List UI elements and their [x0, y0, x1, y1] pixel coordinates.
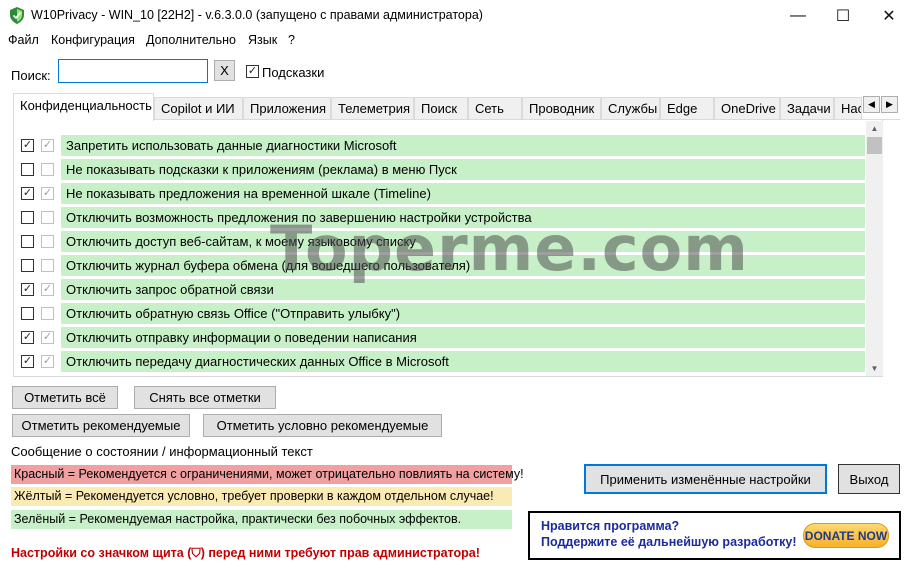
- setting-label[interactable]: Не показывать предложения на временной ш…: [61, 183, 865, 204]
- search-input[interactable]: [58, 59, 208, 83]
- tab-copilot[interactable]: Copilot и ИИ: [154, 97, 243, 119]
- recommended-indicator-checkbox: [41, 307, 54, 320]
- legend-red: Красный = Рекомендуется с ограничениями,…: [11, 465, 524, 484]
- hints-label: Подсказки: [262, 65, 325, 80]
- tab-scroll-right-icon[interactable]: ▶: [881, 96, 898, 113]
- scroll-up-icon[interactable]: ▲: [866, 121, 883, 136]
- check-recommended-button[interactable]: Отметить рекомендуемые: [12, 414, 190, 437]
- recommended-indicator-checkbox: [41, 259, 54, 272]
- tab-onedrive[interactable]: OneDrive: [714, 97, 780, 119]
- setting-checkbox[interactable]: ✓: [21, 187, 34, 200]
- shield-app-icon: [9, 7, 25, 24]
- donate-button[interactable]: DONATE NOW: [803, 523, 889, 548]
- legend-green: Зелёный = Рекомендуемая настройка, практ…: [11, 510, 512, 529]
- setting-checkbox[interactable]: ✓: [21, 283, 34, 296]
- setting-row[interactable]: Отключить обратную связь Office ("Отправ…: [19, 303, 866, 324]
- setting-row[interactable]: ✓ ✓ Запретить использовать данные диагност…: [19, 135, 866, 156]
- clear-search-button[interactable]: X: [214, 60, 235, 81]
- setting-checkbox[interactable]: [21, 163, 34, 176]
- setting-checkbox[interactable]: ✓: [21, 355, 34, 368]
- tab-services[interactable]: Службы: [601, 97, 660, 119]
- menu-language[interactable]: Язык: [248, 33, 277, 47]
- recommended-indicator-checkbox: ✓: [41, 331, 54, 344]
- menu-configuration[interactable]: Конфигурация: [51, 33, 135, 47]
- menu-help[interactable]: ?: [288, 33, 295, 47]
- tab-tasks[interactable]: Задачи: [780, 97, 834, 119]
- hints-checkbox[interactable]: ✓: [246, 65, 259, 78]
- setting-checkbox[interactable]: [21, 259, 34, 272]
- setting-label[interactable]: Отключить обратную связь Office ("Отправ…: [61, 303, 865, 324]
- close-button[interactable]: ✕: [866, 0, 912, 31]
- scroll-down-icon[interactable]: ▼: [866, 361, 883, 376]
- setting-label[interactable]: Отключить передачу диагностических данны…: [61, 351, 865, 372]
- donate-text-line1: Нравится программа?: [541, 519, 680, 533]
- status-caption: Сообщение о состоянии / информационный т…: [11, 444, 313, 459]
- setting-row[interactable]: ✓ ✓ Отключить передачу диагностических дан…: [19, 351, 866, 372]
- exit-button[interactable]: Выход: [838, 464, 900, 494]
- apply-button[interactable]: Применить изменённые настройки: [584, 464, 827, 494]
- setting-label[interactable]: Запретить использовать данные диагностик…: [61, 135, 865, 156]
- setting-checkbox[interactable]: [21, 211, 34, 224]
- check-conditional-button[interactable]: Отметить условно рекомендуемые: [203, 414, 442, 437]
- tab-scroll-left-icon[interactable]: ◀: [863, 96, 880, 113]
- tab-search[interactable]: Поиск: [414, 97, 468, 119]
- setting-label[interactable]: Отключить отправку информации о поведени…: [61, 327, 865, 348]
- uncheck-all-button[interactable]: Снять все отметки: [134, 386, 276, 409]
- setting-label[interactable]: Не показывать подсказки к приложениям (р…: [61, 159, 865, 180]
- recommended-indicator-checkbox: ✓: [41, 283, 54, 296]
- tab-settings-partial[interactable]: Нас: [834, 97, 862, 119]
- maximize-button[interactable]: ☐: [820, 0, 866, 31]
- search-label: Поиск:: [11, 68, 51, 83]
- setting-checkbox[interactable]: [21, 307, 34, 320]
- vertical-scrollbar[interactable]: [866, 121, 883, 376]
- tab-telemetry[interactable]: Телеметрия: [331, 97, 414, 119]
- donate-text-line2: Поддержите её дальнейшую разработку!: [541, 535, 797, 549]
- minimize-button[interactable]: —: [775, 0, 821, 31]
- tab-explorer[interactable]: Проводник: [522, 97, 601, 119]
- tab-apps[interactable]: Приложения: [243, 97, 331, 119]
- tab-edge[interactable]: Edge: [660, 97, 714, 119]
- setting-row[interactable]: ✓ ✓ Не показывать предложения на временной…: [19, 183, 866, 204]
- legend-yellow: Жёлтый = Рекомендуется условно, требует …: [11, 487, 512, 506]
- window-title: W10Privacy - WIN_10 [22H2] - v.6.3.0.0 (…: [31, 8, 483, 22]
- recommended-indicator-checkbox: [41, 235, 54, 248]
- tab-privacy[interactable]: Конфиденциальность: [13, 93, 154, 121]
- recommended-indicator-checkbox: [41, 163, 54, 176]
- watermark-logo: Toperme.com: [270, 212, 749, 285]
- setting-row[interactable]: Не показывать подсказки к приложениям (р…: [19, 159, 866, 180]
- menu-file[interactable]: Файл: [8, 33, 39, 47]
- setting-checkbox[interactable]: ✓: [21, 331, 34, 344]
- menu-advanced[interactable]: Дополнительно: [146, 33, 236, 47]
- recommended-indicator-checkbox: ✓: [41, 355, 54, 368]
- setting-row[interactable]: ✓ ✓ Отключить отправку информации о поведе…: [19, 327, 866, 348]
- menu-bar: [0, 31, 912, 51]
- check-all-button[interactable]: Отметить всё: [12, 386, 118, 409]
- scrollbar-thumb[interactable]: [867, 137, 882, 154]
- setting-checkbox[interactable]: ✓: [21, 139, 34, 152]
- setting-checkbox[interactable]: [21, 235, 34, 248]
- recommended-indicator-checkbox: ✓: [41, 187, 54, 200]
- recommended-indicator-checkbox: [41, 211, 54, 224]
- admin-rights-note: Настройки со значком щита (⛉) перед ними…: [11, 546, 480, 560]
- tab-network[interactable]: Сеть: [468, 97, 522, 119]
- recommended-indicator-checkbox: ✓: [41, 139, 54, 152]
